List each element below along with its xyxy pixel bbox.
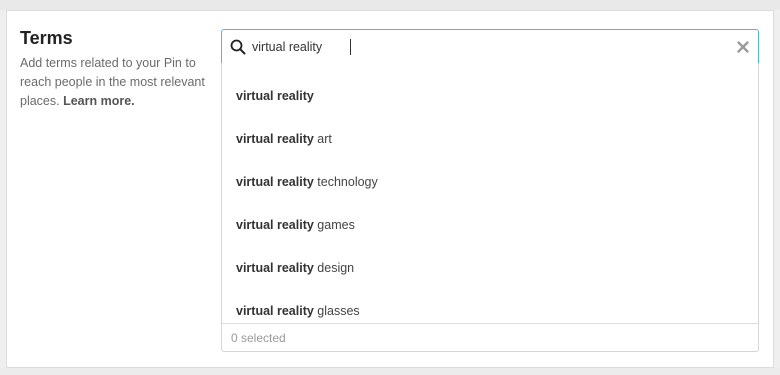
suggestion-rest: art	[313, 132, 332, 146]
suggestion-rest: games	[313, 218, 355, 232]
close-icon[interactable]	[735, 39, 751, 55]
text-caret	[350, 39, 351, 55]
learn-more-link[interactable]: Learn more.	[63, 94, 135, 108]
suggestion-rest: technology	[313, 175, 378, 189]
bottom-strip	[0, 368, 780, 375]
terms-panel: Terms Add terms related to your Pin to r…	[6, 10, 774, 368]
suggestion-match: virtual reality	[236, 89, 314, 103]
suggestion-item[interactable]: virtual reality art	[222, 118, 758, 161]
suggestions-dropdown: virtual reality virtual reality art virt…	[221, 63, 759, 352]
suggestion-rest: design	[313, 261, 355, 275]
selected-count: 0 selected	[231, 331, 286, 345]
suggestion-item[interactable]: virtual reality technology	[222, 161, 758, 204]
search-input[interactable]	[252, 38, 712, 56]
suggestion-rest: glasses	[313, 304, 360, 318]
suggestion-match: virtual reality	[236, 132, 314, 146]
suggestion-item[interactable]: virtual reality games	[222, 204, 758, 247]
top-strip	[0, 0, 780, 10]
search-icon	[230, 39, 246, 55]
terms-search-box[interactable]	[221, 29, 759, 64]
section-title: Terms	[20, 28, 73, 48]
suggestion-match: virtual reality	[236, 304, 314, 318]
section-description: Add terms related to your Pin to reach p…	[20, 54, 220, 111]
suggestion-match: virtual reality	[236, 261, 314, 275]
dropdown-divider	[222, 323, 758, 324]
suggestion-match: virtual reality	[236, 175, 314, 189]
suggestion-match: virtual reality	[236, 218, 314, 232]
suggestion-item[interactable]: virtual reality design	[222, 247, 758, 290]
suggestion-item[interactable]: virtual reality	[222, 75, 758, 118]
suggestion-item[interactable]: virtual reality glasses	[222, 290, 758, 333]
